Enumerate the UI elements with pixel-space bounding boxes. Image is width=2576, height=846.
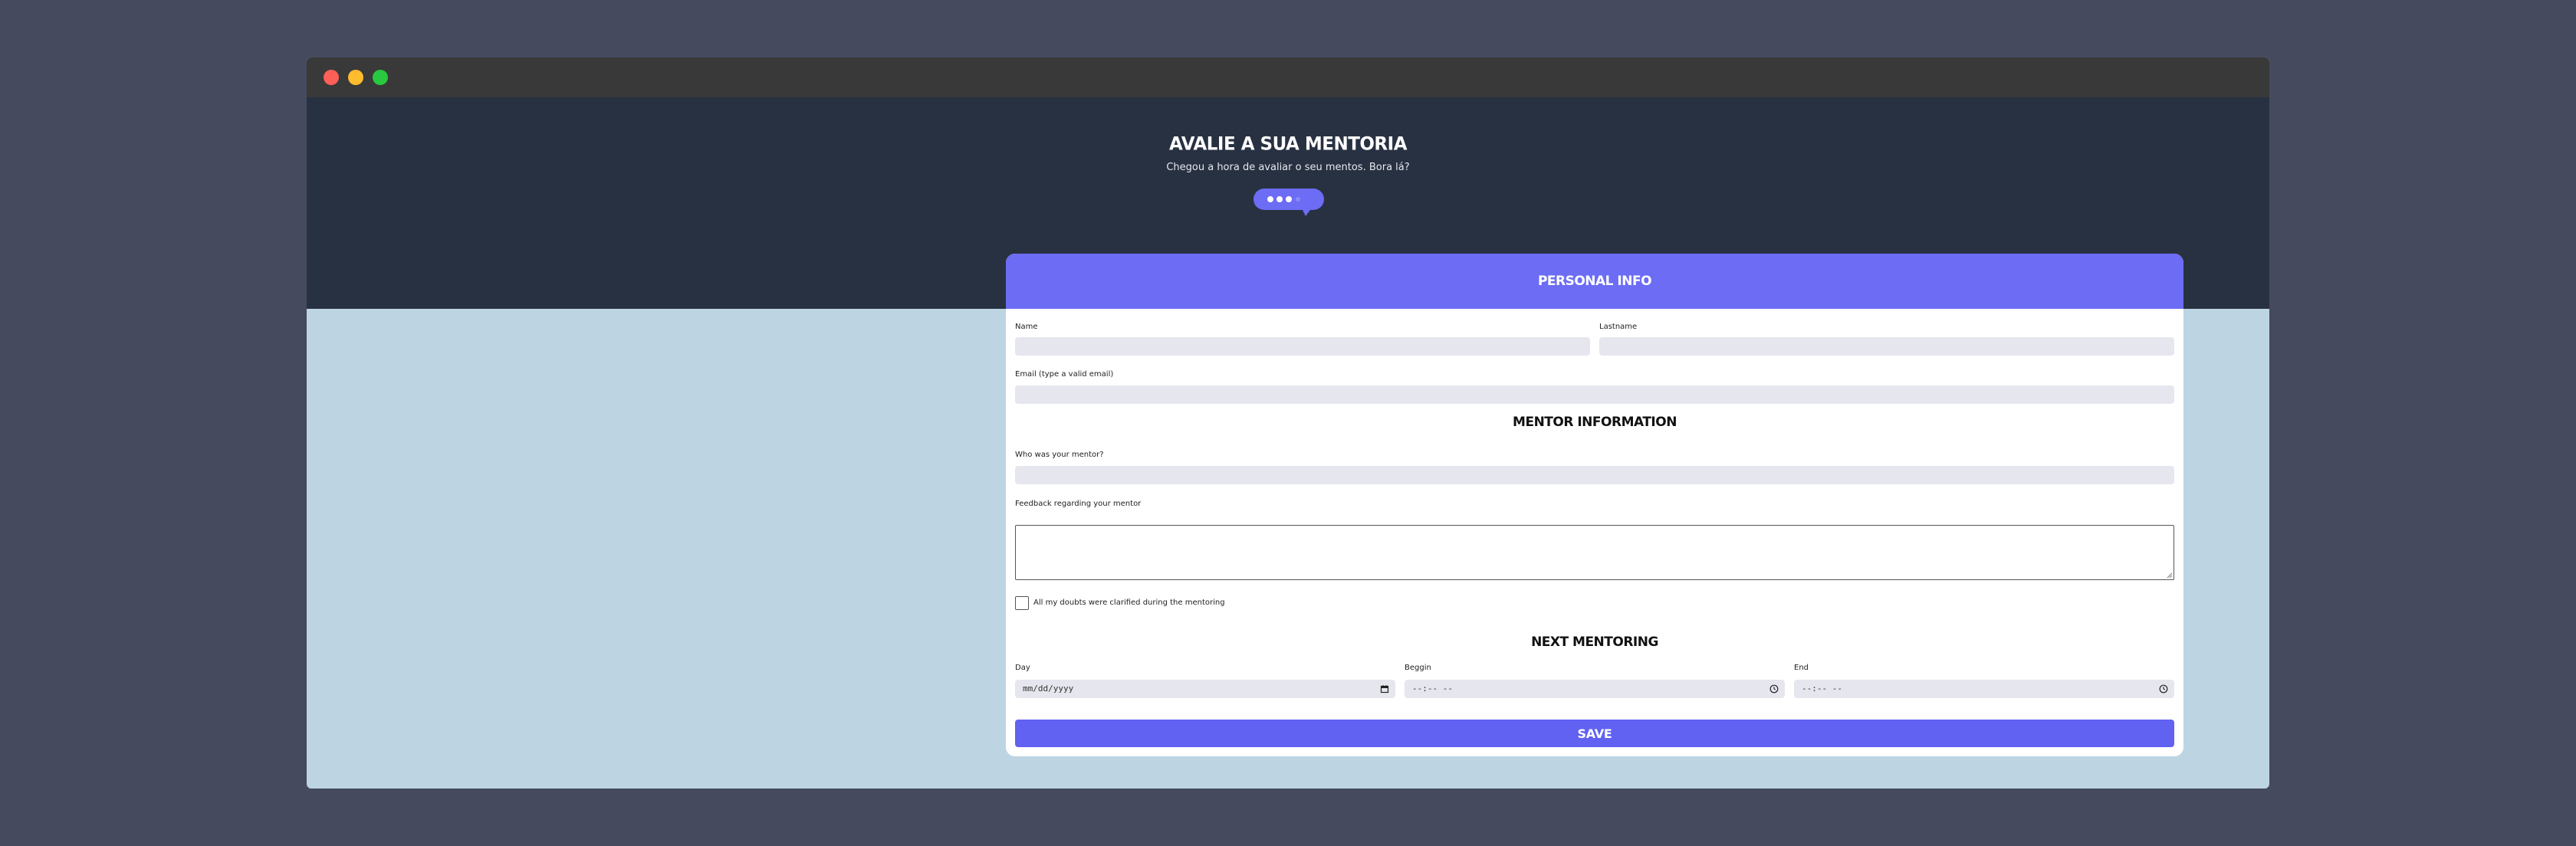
feedback-textarea[interactable] [1015, 525, 2174, 580]
mentor-information-title: MENTOR INFORMATION [1513, 415, 1677, 430]
email-label: Email (type a valid email) [1015, 370, 1114, 379]
resize-grip-icon[interactable] [2167, 572, 2173, 579]
page-title: AVALIE A SUA MENTORIA [1168, 133, 1408, 155]
next-mentoring-title: NEXT MENTORING [1531, 634, 1658, 650]
clock-icon[interactable] [1769, 684, 1779, 694]
lastname-label: Lastname [1599, 323, 1638, 331]
doubts-checkbox-label: All my doubts were clarified during the … [1033, 598, 1225, 607]
doubts-checkbox[interactable] [1015, 596, 1029, 610]
feedback-label: Feedback regarding your mentor [1015, 500, 1142, 508]
name-input[interactable] [1015, 337, 1590, 356]
begin-label: Beggin [1405, 664, 1431, 672]
close-window-icon[interactable] [324, 70, 339, 85]
mentor-label: Who was your mentor? [1015, 451, 1104, 459]
mentoring-form: PERSONAL INFO Name Lastname Email (type … [1006, 254, 2183, 756]
lastname-input[interactable] [1599, 337, 2174, 356]
day-label: Day [1015, 664, 1030, 672]
window-titlebar [307, 57, 2269, 97]
mentor-input[interactable] [1015, 466, 2174, 484]
name-label: Name [1015, 323, 1038, 331]
minimize-window-icon[interactable] [348, 70, 363, 85]
maximize-window-icon[interactable] [373, 70, 388, 85]
clock-icon[interactable] [2159, 684, 2168, 694]
end-label: End [1794, 664, 1809, 672]
chat-bubble-icon [1254, 189, 1324, 216]
begin-placeholder: --:-- -- [1412, 684, 1453, 694]
email-input[interactable] [1015, 385, 2174, 404]
end-time-input[interactable]: --:-- -- [1794, 680, 2174, 698]
save-button[interactable]: SAVE [1015, 720, 2174, 747]
calendar-icon[interactable] [1380, 684, 1389, 694]
page-subtitle: Chegou a hora de avaliar o seu mentos. B… [1166, 162, 1410, 173]
personal-info-header: PERSONAL INFO [1006, 254, 2183, 309]
begin-time-input[interactable]: --:-- -- [1405, 680, 1785, 698]
day-placeholder: mm/dd/yyyy [1023, 684, 1074, 694]
day-date-input[interactable]: mm/dd/yyyy [1015, 680, 1395, 698]
end-placeholder: --:-- -- [1802, 684, 1842, 694]
browser-window: AVALIE A SUA MENTORIA Chegou a hora de a… [307, 57, 2269, 789]
